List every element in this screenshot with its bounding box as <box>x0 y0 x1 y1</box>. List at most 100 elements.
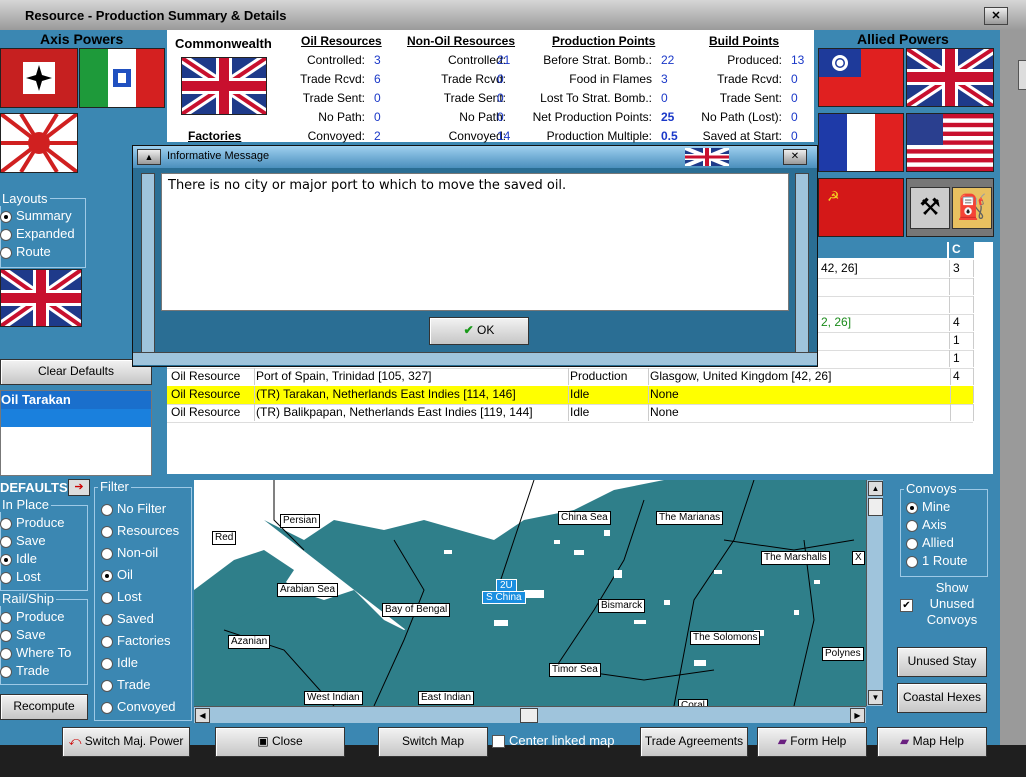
map-label-arabian-sea[interactable]: Arabian Sea <box>277 583 339 597</box>
vertical-scroll-thumb[interactable] <box>868 498 883 516</box>
map-label-persian[interactable]: Persian <box>280 514 320 528</box>
scroll-down-icon[interactable]: ▼ <box>868 690 883 705</box>
map-label-polynes[interactable]: Polynes <box>822 647 864 661</box>
rail-where-to[interactable]: Where To <box>0 645 71 660</box>
scroll-left-icon[interactable]: ◀ <box>195 708 210 723</box>
map-label-bismarck[interactable]: Bismarck <box>598 599 646 613</box>
map-label-x[interactable]: X <box>852 551 865 565</box>
filter-option-resources[interactable]: Resources <box>101 523 179 538</box>
unit-label-s-china[interactable]: S China <box>482 591 526 604</box>
center-linked-map-checkbox[interactable]: Center linked map <box>492 733 615 749</box>
table-row[interactable]: Oil Resource (TR) Tarakan, Netherlands Ea… <box>167 386 974 405</box>
table-row[interactable]: Oil Resource Port of Spain, Trinidad [105… <box>167 368 974 387</box>
horizontal-scroll-thumb[interactable] <box>520 708 538 723</box>
convoy-option-mine[interactable]: Mine <box>906 499 950 514</box>
dialog-bottom-scrollbar[interactable] <box>133 352 817 365</box>
ussr-flag[interactable]: ☭ <box>818 178 904 237</box>
map-vertical-scrollbar[interactable]: ▲ ▼ <box>866 480 883 706</box>
selected-list-header[interactable]: Oil Tarakan <box>1 391 151 409</box>
japan-flag[interactable] <box>0 112 79 174</box>
italy-flag[interactable] <box>79 48 165 108</box>
convoy-option-axis[interactable]: Axis <box>906 517 947 532</box>
in-place-save[interactable]: Save <box>0 533 46 548</box>
map-label-the-solomons[interactable]: The Solomons <box>690 631 761 645</box>
factories-link[interactable]: Factories <box>188 129 241 143</box>
build-points-label: Produced: <box>727 53 782 67</box>
table-row[interactable]: Oil Resource (TR) Balikpapan, Netherlands… <box>167 404 974 423</box>
dest-cell: None <box>646 404 951 421</box>
selected-list[interactable]: Oil Tarakan <box>0 390 152 476</box>
map-label-west-indian[interactable]: West Indian <box>304 691 363 705</box>
layout-option-route[interactable]: Route <box>0 244 51 259</box>
map-label-coral[interactable]: Coral <box>678 699 708 706</box>
mine-icon[interactable]: ⚒ <box>910 187 950 229</box>
radio-icon <box>0 228 12 241</box>
rail-trade[interactable]: Trade <box>0 663 49 678</box>
arrow-right-icon[interactable]: ➔ <box>68 479 90 496</box>
convoy-option-allied[interactable]: Allied <box>906 535 954 550</box>
map-view[interactable]: Persian Red Arabian Sea Bay of Bengal Azania… <box>194 480 866 706</box>
map-label-azanian[interactable]: Azanian <box>228 635 271 649</box>
collapse-icon[interactable]: ▲ <box>137 149 161 165</box>
dialog-right-scrollbar[interactable] <box>795 173 809 363</box>
trade-agreements-button[interactable]: Trade Agreements <box>640 727 748 757</box>
coastal-hexes-button[interactable]: Coastal Hexes <box>897 683 987 713</box>
status-cell: Idle <box>566 386 649 403</box>
map-help-button[interactable]: ▰ Map Help <box>877 727 987 757</box>
in-place-lost[interactable]: Lost <box>0 569 41 584</box>
rail-produce[interactable]: Produce <box>0 609 64 624</box>
selected-list-item[interactable] <box>1 409 151 427</box>
map-label-china-sea[interactable]: China Sea <box>558 511 611 525</box>
filter-option-non-oil[interactable]: Non-oil <box>101 545 158 560</box>
map-label-timor-sea[interactable]: Timor Sea <box>549 663 601 677</box>
uk-flag-allied[interactable] <box>904 44 996 111</box>
map-label-red[interactable]: Red <box>212 531 237 545</box>
oil-derrick-icon[interactable]: ⛽ <box>952 187 992 229</box>
recompute-button[interactable]: Recompute <box>0 694 88 720</box>
dialog-message-box[interactable]: There is no city or major port to which … <box>161 173 789 311</box>
map-label-east-indian[interactable]: East Indian <box>418 691 475 705</box>
filter-option-lost[interactable]: Lost <box>101 589 142 604</box>
map-horizontal-scrollbar[interactable]: ◀ ▶ <box>194 706 866 723</box>
clear-defaults-button[interactable]: Clear Defaults <box>0 359 152 385</box>
france-flag[interactable] <box>818 113 904 172</box>
filter-option-no-filter[interactable]: No Filter <box>101 501 166 516</box>
dialog-close-icon[interactable]: ✕ <box>783 149 807 165</box>
ok-button[interactable]: ✔ OK <box>429 317 529 345</box>
dialog-left-scrollbar[interactable] <box>141 173 155 363</box>
filter-option-idle[interactable]: Idle <box>101 655 138 670</box>
side-handle[interactable] <box>1018 60 1026 90</box>
filter-option-oil[interactable]: Oil <box>101 567 133 582</box>
usa-flag[interactable] <box>906 113 994 172</box>
filter-option-trade[interactable]: Trade <box>101 677 150 692</box>
close-button[interactable]: ▣ Close <box>215 727 345 757</box>
c-cell <box>949 404 974 421</box>
scroll-up-icon[interactable]: ▲ <box>868 481 883 496</box>
map-label-the-marianas[interactable]: The Marianas <box>656 511 724 525</box>
map-label-bay-of-bengal[interactable]: Bay of Bengal <box>382 603 451 617</box>
oil-resources-header: Oil Resources <box>301 34 382 48</box>
layout-option-expanded[interactable]: Expanded <box>0 226 75 241</box>
show-unused-convoys[interactable]: ✔ Show Unused Convoys <box>898 580 986 628</box>
radio-icon <box>906 537 918 550</box>
close-window-button[interactable]: ✕ <box>984 7 1008 25</box>
in-place-produce[interactable]: Produce <box>0 515 64 530</box>
china-flag[interactable] <box>818 48 904 107</box>
filter-option-factories[interactable]: Factories <box>101 633 170 648</box>
germany-flag[interactable] <box>0 48 78 108</box>
checkbox-icon[interactable]: ✔ <box>900 599 913 612</box>
filter-option-convoyed[interactable]: Convoyed <box>101 699 176 714</box>
convoy-option-1-route[interactable]: 1 Route <box>906 553 968 568</box>
radio-icon <box>0 629 12 642</box>
form-help-button[interactable]: ▰ Form Help <box>757 727 867 757</box>
column-header-c[interactable]: C <box>949 242 974 258</box>
layout-option-summary[interactable]: Summary <box>0 208 72 223</box>
switch-major-power-button[interactable]: ⤺ Switch Maj. Power <box>62 727 190 757</box>
switch-map-button[interactable]: Switch Map <box>378 727 488 757</box>
unused-stay-button[interactable]: Unused Stay <box>897 647 987 677</box>
map-label-the-marshalls[interactable]: The Marshalls <box>761 551 830 565</box>
in-place-idle[interactable]: Idle <box>0 551 37 566</box>
filter-option-saved[interactable]: Saved <box>101 611 154 626</box>
scroll-right-icon[interactable]: ▶ <box>850 708 865 723</box>
rail-save[interactable]: Save <box>0 627 46 642</box>
